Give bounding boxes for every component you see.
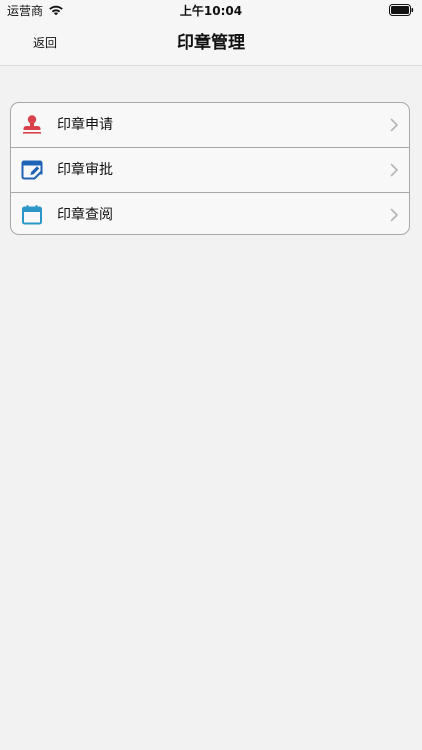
menu-item-seal-approval[interactable]: 印章审批 — [11, 147, 409, 192]
menu-item-seal-lookup[interactable]: 印章查阅 — [11, 192, 409, 234]
status-time: 上午10:04 — [179, 4, 243, 18]
menu-item-label: 印章申请 — [57, 117, 113, 133]
stamp-icon — [23, 115, 41, 134]
navigation-bar: 返回 印章管理 — [0, 22, 422, 66]
chevron-right-icon — [390, 118, 398, 132]
chevron-right-icon — [390, 163, 398, 177]
menu-item-label: 印章审批 — [57, 162, 113, 178]
page-title: 印章管理 — [177, 33, 245, 53]
menu-item-seal-application[interactable]: 印章申请 — [11, 103, 409, 147]
menu-list: 印章申请 印章审批 印章查阅 — [10, 102, 410, 235]
chevron-right-icon — [390, 208, 398, 222]
menu-item-label: 印章查阅 — [57, 207, 113, 223]
status-bar: 运营商 上午10:04 — [0, 0, 422, 22]
edit-window-icon — [21, 160, 43, 180]
battery-icon — [389, 4, 414, 16]
calendar-icon — [22, 205, 42, 225]
